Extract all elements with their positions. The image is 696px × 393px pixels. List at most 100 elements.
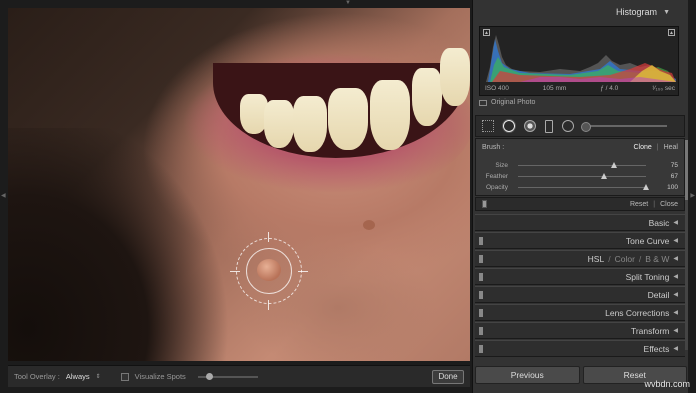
tool-overlay-label: Tool Overlay :	[14, 372, 60, 381]
divider: |	[653, 200, 656, 208]
histogram-title: Histogram	[616, 7, 658, 17]
feather-value: 67	[670, 173, 678, 180]
feather-label: Feather	[485, 173, 508, 180]
size-slider[interactable]: Size 75	[482, 161, 678, 170]
tool-overlay-select[interactable]: Always	[66, 372, 90, 381]
tooth	[412, 68, 442, 126]
panel-switch-icon[interactable]	[479, 290, 483, 299]
iso-value: ISO 400	[485, 85, 509, 92]
feather-slider[interactable]: Feather 67	[482, 172, 678, 181]
section-split-toning[interactable]: Split Toning ◀	[475, 268, 685, 285]
heal-mode-button[interactable]: Heal	[664, 144, 678, 151]
tool-strip	[475, 115, 685, 137]
spot-tool-inner-ring[interactable]	[246, 248, 292, 294]
size-label: Size	[495, 162, 508, 169]
triangle-down-icon[interactable]: ▼	[663, 9, 670, 16]
brush-label: Brush :	[482, 144, 505, 151]
opacity-value: 100	[667, 184, 678, 191]
triangle-right-icon[interactable]: ▶	[690, 192, 695, 199]
section-title: Effects	[643, 343, 670, 354]
previous-button[interactable]: Previous	[475, 366, 580, 384]
visualize-spots-checkbox[interactable]	[120, 372, 129, 381]
tool-crosshair-left	[230, 271, 240, 272]
radial-filter-icon[interactable]	[562, 120, 574, 132]
panel-switch-icon[interactable]	[479, 308, 483, 317]
clone-mode-button[interactable]: Clone	[633, 144, 651, 151]
section-title: Basic	[648, 217, 670, 228]
scrollbar-thumb[interactable]	[685, 140, 688, 200]
brush-mode-row: Brush : Clone | Heal	[482, 144, 678, 151]
photo-canvas[interactable]	[8, 8, 470, 361]
panel-switch-icon[interactable]	[479, 272, 483, 281]
section-hsl[interactable]: HSL / Color / B & W ◀	[475, 250, 685, 267]
tooth	[440, 48, 470, 106]
tool-options-bar: Tool Overlay : Always ⇕ Visualize Spots …	[8, 365, 470, 387]
triangle-left-icon: ◀	[673, 256, 678, 262]
slider-thumb[interactable]	[205, 372, 213, 380]
tooth	[328, 88, 368, 150]
size-value: 75	[670, 162, 678, 169]
shadow-clipping-icon[interactable]: ▲	[483, 29, 490, 36]
section-detail[interactable]: Detail ◀	[475, 286, 685, 303]
section-transform[interactable]: Transform ◀	[475, 322, 685, 339]
panel-switch-icon[interactable]	[479, 344, 483, 353]
adjustment-brush-icon[interactable]	[581, 122, 667, 132]
triangle-left-icon[interactable]: ◀	[1, 192, 6, 199]
shutter-speed: ¹⁄₁₀₀ sec	[652, 85, 675, 92]
crop-tool-icon[interactable]	[482, 120, 494, 132]
done-button[interactable]: Done	[432, 369, 464, 384]
tab-hsl[interactable]: HSL	[588, 254, 605, 264]
opacity-thumb[interactable]	[643, 184, 649, 190]
original-photo-indicator: Original Photo	[479, 99, 535, 106]
section-tone-curve[interactable]: Tone Curve ◀	[475, 232, 685, 249]
spot-removal-icon[interactable]	[503, 120, 515, 132]
exif-info: ISO 400 105 mm ƒ / 4.0 ¹⁄₁₀₀ sec	[485, 85, 675, 92]
reset-tool-button[interactable]: Reset	[630, 201, 648, 208]
panel-scrollbar[interactable]	[685, 140, 688, 350]
develop-right-panel: Histogram ▼ ▲ ▲ ISO 400 105 mm ƒ / 4.0 ¹…	[472, 0, 688, 393]
tooth	[293, 96, 327, 152]
section-effects[interactable]: Effects ◀	[475, 340, 685, 357]
panel-switch-icon[interactable]	[479, 254, 483, 263]
chevron-updown-icon: ⇕	[95, 374, 101, 380]
tab-color[interactable]: Color	[615, 254, 635, 264]
photo-icon	[479, 99, 487, 106]
section-lens-corrections[interactable]: Lens Corrections ◀	[475, 304, 685, 321]
panel-switch-icon[interactable]	[479, 326, 483, 335]
triangle-down-icon[interactable]: ▼	[345, 0, 351, 6]
tooth	[370, 80, 410, 150]
section-title: Transform	[630, 325, 670, 336]
aperture-value: ƒ / 4.0	[600, 85, 619, 92]
section-title: Split Toning	[625, 271, 670, 282]
size-thumb[interactable]	[611, 162, 617, 168]
tab-bw[interactable]: B & W	[645, 254, 669, 264]
opacity-slider[interactable]: Opacity 100	[482, 183, 678, 192]
triangle-left-icon: ◀	[673, 238, 678, 244]
tool-crosshair-right	[298, 271, 308, 272]
tooth	[264, 100, 294, 148]
opacity-track[interactable]	[518, 184, 649, 190]
size-track[interactable]	[518, 162, 646, 168]
panel-switch-icon[interactable]	[482, 200, 487, 208]
section-title: Detail	[647, 289, 670, 300]
feather-track[interactable]	[518, 173, 646, 179]
red-eye-icon[interactable]	[524, 120, 536, 132]
highlight-clipping-icon[interactable]: ▲	[668, 29, 675, 36]
close-tool-button[interactable]: Close	[660, 201, 678, 208]
original-photo-label: Original Photo	[491, 99, 536, 106]
visualize-threshold-slider[interactable]	[197, 372, 258, 380]
panel-switch-icon[interactable]	[479, 236, 483, 245]
opacity-label: Opacity	[485, 184, 508, 191]
histogram-header[interactable]: Histogram ▼	[473, 0, 688, 24]
tool-crosshair-top	[268, 232, 269, 242]
divider: /	[608, 253, 611, 264]
watermark: wvbdn.com	[644, 379, 690, 389]
feather-thumb[interactable]	[600, 173, 607, 179]
section-basic[interactable]: Basic ◀	[475, 214, 685, 231]
tool-crosshair-bottom	[268, 300, 269, 310]
triangle-left-icon: ◀	[673, 274, 678, 280]
graduated-filter-icon[interactable]	[545, 119, 553, 133]
divider: |	[656, 144, 659, 151]
section-title: Tone Curve	[625, 235, 670, 246]
background-shadow	[8, 128, 238, 361]
